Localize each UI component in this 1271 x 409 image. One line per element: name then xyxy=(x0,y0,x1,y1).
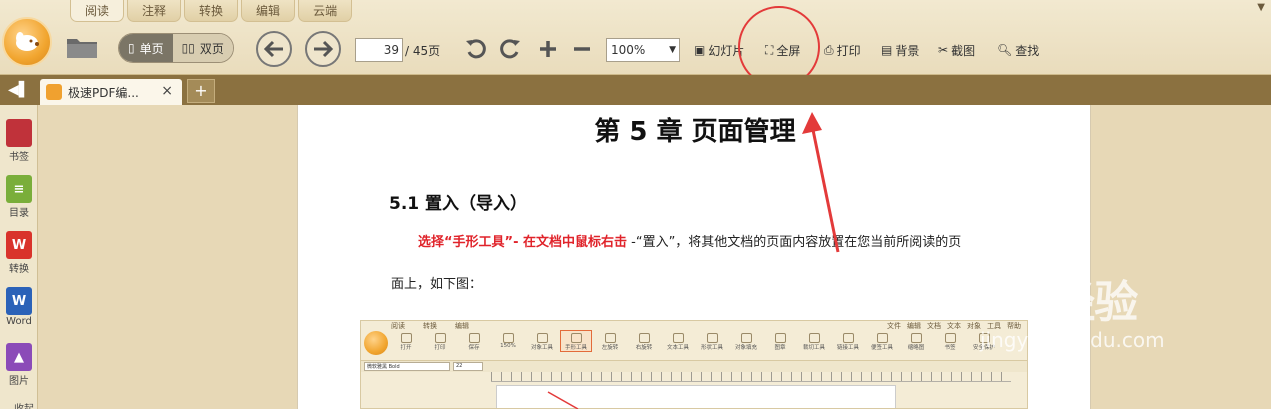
sidebar-item-bookmarks[interactable]: 书签 xyxy=(4,119,34,163)
scissors-icon: ✂ xyxy=(938,43,949,57)
plus-icon xyxy=(540,41,556,57)
slideshow-icon: ▣ xyxy=(694,43,706,57)
embedded-tool: 对象填充 xyxy=(731,331,761,351)
tab-annotate[interactable]: 注释 xyxy=(127,0,182,22)
ribbon-collapse-icon[interactable]: ▼ xyxy=(1257,2,1265,13)
bookmark-icon xyxy=(6,119,32,147)
rotate-left-button[interactable] xyxy=(463,36,489,62)
main-toolbar: 阅读 注释 转换 编辑 云端 ▼ ▯ 单页 ▯▯ 双页 39 / 45页 100… xyxy=(0,0,1271,88)
open-folder-button[interactable] xyxy=(64,30,100,64)
background-button[interactable]: ▤ 背景 xyxy=(881,40,919,60)
toc-icon: ≡ xyxy=(6,175,32,203)
sidebar-item-image[interactable]: ▲ 图片 xyxy=(4,343,34,387)
baidu-jingyan-watermark: Bai经验 jingyan.baidu.com xyxy=(968,262,1268,382)
instruction-text: -“置入”，将其他文档的页面内容放置在您当前所阅读的页 xyxy=(627,235,962,250)
embedded-tool: 图章 xyxy=(765,331,795,351)
find-button[interactable]: 🔍︎ 查找 xyxy=(997,40,1039,60)
double-page-icon: ▯▯ xyxy=(181,41,195,55)
embedded-tool: 打开 xyxy=(391,331,421,351)
embedded-canvas xyxy=(496,385,896,408)
background-icon: ▤ xyxy=(881,43,893,57)
sidebar-item-toc[interactable]: ≡ 目录 xyxy=(4,175,34,219)
watermark-url: jingyan.baidu.com xyxy=(980,328,1165,352)
page-number-input[interactable]: 39 xyxy=(355,38,403,62)
arrow-left-icon xyxy=(263,40,283,58)
image-icon: ▲ xyxy=(6,343,32,371)
dog-logo-icon xyxy=(16,32,39,51)
sidebar-item-collapse[interactable]: ︿收起 xyxy=(4,399,34,409)
embedded-tool: 150% xyxy=(493,331,523,351)
app-logo[interactable] xyxy=(2,17,52,67)
embedded-tool: 右旋转 xyxy=(629,331,659,351)
left-sidebar: 书签 ≡ 目录 W 转换 W Word ▲ 图片 ︿收起 xyxy=(0,105,38,409)
zoom-select[interactable]: 100% ▼ xyxy=(606,38,680,62)
search-icon: 🔍︎ xyxy=(997,43,1013,57)
convert-icon: W xyxy=(6,231,32,259)
embedded-menu-tabs: 阅读 转换 编辑 xyxy=(391,322,469,330)
embedded-font-field: 微软雅黑 Bold xyxy=(364,362,450,371)
chevron-down-icon: ▼ xyxy=(669,45,676,55)
sidebar-item-convert[interactable]: W 转换 xyxy=(4,231,34,275)
rotate-right-icon xyxy=(500,39,520,59)
document-tab[interactable]: 极速PDF编... × xyxy=(40,79,182,105)
single-page-button[interactable]: ▯ 单页 xyxy=(119,34,173,62)
close-icon[interactable]: × xyxy=(161,83,173,99)
watermark-brand: Bai经验 xyxy=(976,277,1138,328)
embedded-screenshot: 阅读 转换 编辑 文件 编辑 文档 文本 对象 工具 帮助 打开 打印 保存 1… xyxy=(360,320,1028,409)
chapter-title: 第 5 章 页面管理 xyxy=(594,117,796,147)
tab-read[interactable]: 阅读 xyxy=(70,0,125,22)
sidebar-toggle-icon[interactable]: ◀▌ xyxy=(8,82,30,98)
sidebar-item-word[interactable]: W Word xyxy=(4,287,34,327)
slideshow-button[interactable]: ▣ 幻灯片 xyxy=(694,40,744,60)
embedded-ruler xyxy=(491,372,1011,382)
tab-convert[interactable]: 转换 xyxy=(184,0,239,22)
embedded-toolbar: 打开 打印 保存 150% 对象工具 手形工具 左旋转 右旋转 文本工具 形状工… xyxy=(391,330,999,352)
print-button[interactable]: ⎙ 打印 xyxy=(824,40,861,60)
pdf-app-icon xyxy=(46,84,62,100)
minus-icon xyxy=(574,47,590,51)
folder-icon xyxy=(67,39,97,58)
embedded-hand-tool: 手形工具 xyxy=(560,330,592,352)
new-tab-button[interactable]: + xyxy=(187,79,215,103)
embedded-tool: 缩略图 xyxy=(901,331,931,351)
rotate-left-icon xyxy=(466,39,486,59)
printer-icon: ⎙ xyxy=(824,42,834,57)
body-paragraph: 选择“手形工具”- 在文档中鼠标右击 -“置入”，将其他文档的页面内容放置在您当… xyxy=(418,231,961,250)
page-total: / 45页 xyxy=(405,44,441,58)
embedded-app-logo xyxy=(364,331,388,355)
arrow-right-icon xyxy=(314,40,334,58)
rotate-right-button[interactable] xyxy=(497,36,523,62)
document-tab-bar: ◀▌ 极速PDF编... × + xyxy=(0,75,1271,105)
collapse-icon: ︿ xyxy=(4,404,14,409)
next-page-button[interactable] xyxy=(305,31,341,67)
view-mode-toggle: ▯ 单页 ▯▯ 双页 xyxy=(118,33,234,63)
embedded-tool: 文本工具 xyxy=(663,331,693,351)
embedded-tool: 链接工具 xyxy=(833,331,863,351)
prev-page-button[interactable] xyxy=(256,31,292,67)
instruction-highlight: 选择“手形工具”- 在文档中鼠标右击 xyxy=(418,235,628,250)
word-icon: W xyxy=(6,287,32,315)
single-page-icon: ▯ xyxy=(128,41,135,55)
screenshot-button[interactable]: ✂ 截图 xyxy=(938,40,975,60)
section-title: 5.1 置入（导入） xyxy=(389,194,528,214)
embedded-tool: 便签工具 xyxy=(867,331,897,351)
embedded-tool: 保存 xyxy=(459,331,489,351)
embedded-font-size-field: 22 xyxy=(453,362,483,371)
embedded-tool: 形状工具 xyxy=(697,331,727,351)
embedded-tool: 对象工具 xyxy=(527,331,557,351)
zoom-out-button[interactable] xyxy=(569,36,595,62)
zoom-in-button[interactable] xyxy=(535,36,561,62)
body-paragraph-continued: 面上，如下图： xyxy=(391,277,483,292)
menu-tabs: 阅读 注释 转换 编辑 云端 xyxy=(70,0,355,22)
double-page-button[interactable]: ▯▯ 双页 xyxy=(172,34,233,62)
embedded-tool: 打印 xyxy=(425,331,455,351)
embedded-tool: 左旋转 xyxy=(595,331,625,351)
tab-edit[interactable]: 编辑 xyxy=(241,0,296,22)
embedded-tool: 裁切工具 xyxy=(799,331,829,351)
embedded-format-bar: 微软雅黑 Bold 22 xyxy=(361,360,1027,372)
tab-cloud[interactable]: 云端 xyxy=(298,0,353,22)
document-tab-title: 极速PDF编... xyxy=(68,85,139,100)
embedded-tool: 书签 xyxy=(935,331,965,351)
